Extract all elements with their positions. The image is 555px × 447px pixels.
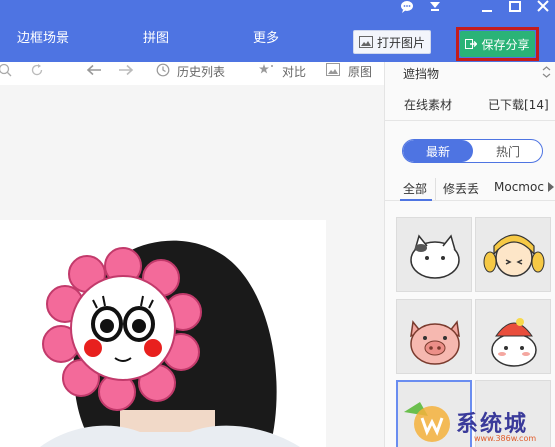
category-tab-xiudiudiu[interactable]: 修丢丢 [443, 180, 479, 197]
skin-menu-icon[interactable] [428, 0, 442, 17]
maximize-icon[interactable] [508, 0, 522, 17]
sticker-bear-chef[interactable] [475, 299, 551, 374]
edited-photo [40, 240, 300, 447]
original-image-icon[interactable] [326, 63, 340, 82]
annotation-highlight-box [456, 27, 539, 61]
close-icon[interactable] [536, 0, 550, 17]
open-image-label: 打开图片 [376, 35, 425, 50]
site-watermark: 系统城 www.386w.com [410, 400, 555, 447]
rotate-icon[interactable] [30, 63, 44, 83]
chevron-down-icon [542, 66, 551, 81]
image-icon [358, 36, 373, 48]
redo-icon[interactable] [118, 63, 134, 83]
sort-segmented-control: 最新 热门 [402, 139, 543, 163]
compare-label[interactable]: 对比 [282, 64, 306, 80]
category-dropdown-value: 遮挡物 [403, 67, 440, 81]
photo-canvas[interactable] [0, 220, 326, 447]
category-divider [435, 178, 436, 200]
minimize-icon[interactable] [480, 0, 494, 17]
watermark-url: www.386w.com [474, 434, 537, 443]
open-image-button[interactable]: 打开图片 [353, 30, 431, 54]
menu-collage[interactable]: 拼图 [143, 30, 169, 48]
sticker-cat[interactable] [396, 217, 472, 292]
category-dropdown[interactable]: 遮挡物 [390, 64, 555, 82]
tab-downloaded[interactable]: 已下载[14] [488, 96, 549, 113]
sort-latest-button[interactable]: 最新 [403, 140, 473, 162]
tab-online-materials[interactable]: 在线素材 [404, 96, 452, 113]
menu-frame-scene[interactable]: 边框场景 [17, 30, 69, 48]
zoom-icon[interactable] [0, 63, 12, 83]
tab-divider [384, 120, 555, 121]
chevron-right-icon[interactable] [547, 181, 555, 196]
sticker-blonde-girl[interactable] [475, 217, 551, 292]
menu-more[interactable]: 更多 [253, 30, 279, 48]
sticker-pig[interactable] [396, 299, 472, 374]
photo-editor-window: 边框场景 拼图 更多 打开图片 保存分享 历史列表 对比 原图 遮挡物 在线素材… [0, 0, 555, 447]
history-list-label[interactable]: 历史列表 [177, 64, 225, 80]
message-icon[interactable] [400, 0, 414, 17]
sort-hot-button[interactable]: 热门 [473, 140, 542, 162]
undo-icon[interactable] [86, 63, 102, 83]
original-image-label[interactable]: 原图 [348, 64, 372, 80]
category-tab-active-underline [400, 199, 432, 201]
category-tab-mocmoc[interactable]: Mocmoc [494, 180, 544, 194]
history-icon[interactable] [156, 63, 170, 83]
category-tab-all[interactable]: 全部 [403, 180, 427, 197]
compare-icon[interactable] [259, 63, 275, 83]
